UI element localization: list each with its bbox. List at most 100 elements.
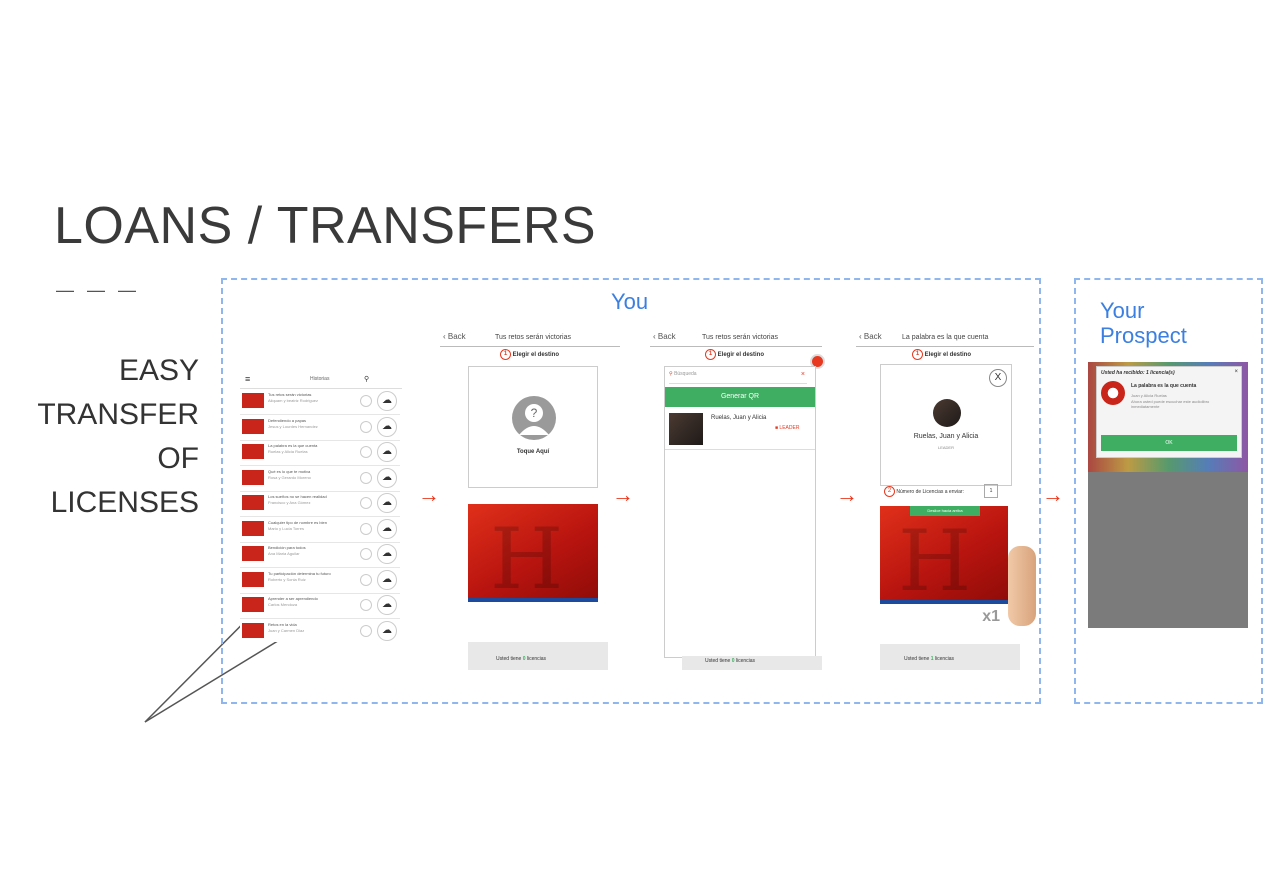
book-logo-h: H bbox=[898, 512, 972, 610]
step-1-text: Elegir el destino bbox=[512, 352, 560, 359]
search-icon[interactable]: ⚲ bbox=[364, 375, 369, 383]
story-text: La palabra es la que cuenta Ruelas y Alic… bbox=[268, 443, 358, 455]
footer-count: 1 bbox=[930, 656, 934, 662]
story-text: Defendiendo a papas Jesus y Lourdes Herna… bbox=[268, 418, 358, 430]
search-icon: ⚲ bbox=[669, 371, 673, 377]
licenses-label: Número de Licencias a enviar: bbox=[896, 488, 964, 495]
cloud-download-icon[interactable]: ☁ bbox=[377, 467, 397, 488]
story-text: Qué es lo que te motiva Rosa y Gerardo Mo… bbox=[268, 469, 358, 481]
clear-icon[interactable]: × bbox=[801, 371, 805, 378]
list-item[interactable]: Tus retos serán victorias Aliquam y beatr… bbox=[240, 389, 400, 415]
screen-title: Tus retos serán victorias bbox=[495, 334, 571, 341]
footer-prefix: Usted tiene bbox=[705, 658, 731, 664]
list-item[interactable]: Bendición para todos Ana Maria Aguilar ☁ bbox=[240, 542, 400, 568]
check-icon[interactable] bbox=[360, 395, 372, 407]
screen-prospect-received: Usted ha recibido: 1 licencia(s) × La pa… bbox=[1088, 362, 1248, 628]
contact-name: Ruelas, Juan y Alicia bbox=[913, 433, 979, 440]
list-item[interactable]: La palabra es la que cuenta Ruelas y Alic… bbox=[240, 440, 400, 466]
received-dialog: Usted ha recibido: 1 licencia(s) × La pa… bbox=[1096, 366, 1242, 458]
selected-contact-card[interactable]: X Ruelas, Juan y Alicia LEADER bbox=[880, 364, 1012, 486]
list-header: ≡ Historias ⚲ bbox=[240, 372, 402, 389]
book-author: Juan y Alicia Ruelas bbox=[1131, 393, 1167, 398]
footer-prefix: Usted tiene bbox=[496, 656, 522, 662]
story-author: Ana Maria Aguilar bbox=[268, 551, 300, 556]
cloud-download-icon[interactable]: ☁ bbox=[377, 416, 397, 437]
check-icon[interactable] bbox=[360, 471, 372, 484]
license-footer: Usted tiene 0 licencias bbox=[705, 658, 755, 664]
check-icon[interactable] bbox=[360, 573, 372, 586]
contact-row[interactable]: Ruelas, Juan y Alicia ■ LEADER bbox=[665, 409, 815, 450]
story-author: Rosa y Gerardo Moreno bbox=[268, 474, 311, 480]
list-item[interactable]: Cualquier tipo de nombre es bien Mario y … bbox=[240, 517, 400, 543]
story-text: Bendición para todos Ana Maria Aguilar bbox=[268, 545, 358, 557]
check-icon[interactable] bbox=[360, 446, 372, 458]
list-item[interactable]: Tu participación determina tu futuro Robe… bbox=[240, 568, 400, 594]
book-cover-bottom: x1 bbox=[880, 600, 1008, 648]
story-thumbnail bbox=[242, 393, 264, 408]
svg-text:?: ? bbox=[531, 406, 538, 420]
story-author: Ruelas y Alicia Ruelas bbox=[268, 449, 308, 454]
list-item[interactable]: Retos en la vida Juan y Carmen Diaz ☁ bbox=[240, 619, 400, 643]
footer-count: 0 bbox=[522, 656, 526, 662]
flow-arrow-1: → bbox=[418, 482, 440, 507]
list-item[interactable]: Los sueños no se hacen realidad Francisco… bbox=[240, 491, 400, 517]
license-footer: Usted tiene 0 licencias bbox=[496, 656, 546, 662]
cloud-download-icon[interactable]: ☁ bbox=[377, 544, 397, 564]
check-icon[interactable] bbox=[360, 599, 372, 611]
dialog-body: Ahora usted puede escuchar este audiolib… bbox=[1131, 399, 1210, 409]
story-author: Francisco y Ana Gómez bbox=[268, 500, 311, 505]
list-item[interactable]: Defendiendo a papas Jesus y Lourdes Herna… bbox=[240, 415, 400, 441]
prospect-label-line-2: Prospect bbox=[1100, 323, 1187, 348]
story-thumbnail bbox=[242, 571, 264, 587]
list-item[interactable]: Aprender a ser aprendiendo Carlos Mendoza… bbox=[240, 593, 400, 619]
back-button[interactable]: ‹ Back bbox=[653, 332, 676, 341]
contact-avatar bbox=[933, 399, 961, 427]
check-icon[interactable] bbox=[360, 420, 372, 433]
screen-search-contact: ‹ Back Tus retos serán victorias 1 Elegi… bbox=[650, 326, 825, 676]
story-author: Mario y Lucia Torres bbox=[268, 525, 304, 531]
story-thumbnail bbox=[242, 622, 264, 638]
close-icon[interactable]: X bbox=[989, 369, 1007, 387]
check-icon[interactable] bbox=[360, 548, 372, 560]
book-cover[interactable]: H Deslice hacia arriba bbox=[880, 506, 1008, 610]
menu-icon[interactable]: ≡ bbox=[245, 374, 250, 384]
search-input[interactable]: ⚲ Búsqueda × bbox=[669, 371, 807, 384]
finger-swipe-image bbox=[1008, 546, 1036, 626]
generate-qr-button[interactable]: Generar QR bbox=[665, 387, 815, 407]
step-1-label: 1 Elegir el destino bbox=[705, 349, 764, 360]
leader-badge: ■ LEADER bbox=[775, 425, 800, 431]
story-thumbnail bbox=[242, 469, 264, 485]
cloud-download-icon[interactable]: ☁ bbox=[377, 518, 397, 539]
cloud-download-icon[interactable]: ☁ bbox=[377, 391, 397, 411]
ok-button[interactable]: OK bbox=[1101, 435, 1237, 451]
leader-badge-text: LEADER bbox=[779, 425, 800, 431]
tap-contact-card[interactable]: ? Toque Aquí bbox=[468, 366, 598, 488]
cloud-download-icon[interactable]: ☁ bbox=[377, 442, 397, 462]
story-text: Cualquier tipo de nombre es bien Mario y … bbox=[268, 520, 358, 532]
step-1-label: 1 Elegir el destino bbox=[912, 349, 971, 360]
you-label: You bbox=[611, 289, 649, 314]
step-2-number: 2 bbox=[884, 486, 895, 497]
back-button[interactable]: ‹ Back bbox=[443, 332, 466, 341]
contact-name: Ruelas, Juan y Alicia bbox=[711, 415, 767, 421]
story-author: Roberto y Sonia Ruiz bbox=[268, 576, 306, 582]
footer-suffix: licencias bbox=[526, 656, 547, 662]
cloud-download-icon[interactable]: ☁ bbox=[377, 620, 397, 641]
story-thumbnail bbox=[242, 444, 264, 459]
list-item[interactable]: Qué es lo que te motiva Rosa y Gerardo Mo… bbox=[240, 466, 400, 492]
footer-suffix: licencias bbox=[934, 656, 955, 662]
unknown-user-icon: ? bbox=[512, 396, 556, 440]
close-icon[interactable]: × bbox=[1234, 369, 1238, 375]
cloud-download-icon[interactable]: ☁ bbox=[377, 493, 397, 513]
footer-count: 0 bbox=[731, 658, 735, 664]
check-icon[interactable] bbox=[360, 624, 372, 637]
check-icon[interactable] bbox=[360, 497, 372, 509]
cloud-download-icon[interactable]: ☁ bbox=[377, 595, 397, 615]
book-logo-h: H bbox=[490, 510, 564, 608]
story-text: Los sueños no se hacen realidad Francisco… bbox=[268, 494, 358, 506]
cloud-download-icon[interactable]: ☁ bbox=[377, 569, 397, 590]
license-multiplier-badge: x1 bbox=[982, 608, 1000, 625]
licenses-count-input[interactable]: 1 bbox=[984, 484, 998, 498]
back-button[interactable]: ‹ Back bbox=[859, 332, 882, 341]
check-icon[interactable] bbox=[360, 522, 372, 535]
